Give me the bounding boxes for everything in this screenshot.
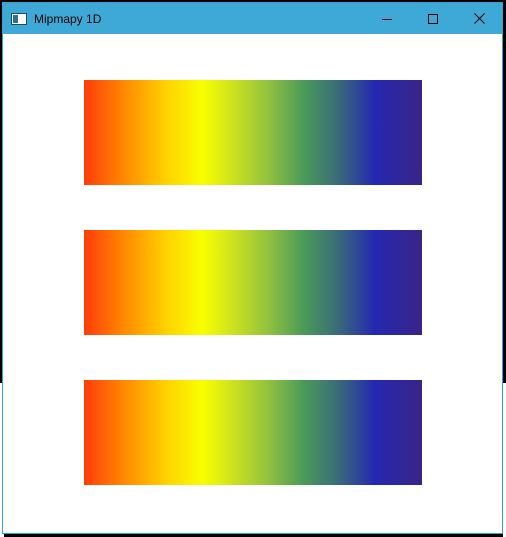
close-icon: [473, 13, 485, 24]
client-area: [3, 34, 502, 533]
window-title: Mipmapy 1D: [34, 11, 102, 26]
minimize-button[interactable]: [364, 3, 410, 34]
mipmap-level-3: [84, 380, 422, 485]
close-button[interactable]: [456, 3, 502, 34]
window-controls: [364, 3, 502, 34]
maximize-icon: [428, 13, 438, 24]
maximize-button[interactable]: [410, 3, 456, 34]
app-window: Mipmapy 1D: [2, 2, 503, 534]
mipmap-level-2: [84, 230, 422, 335]
mipmap-level-1: [84, 80, 422, 185]
minimize-icon: [382, 18, 392, 20]
window-app-icon[interactable]: [11, 12, 27, 25]
title-bar[interactable]: Mipmapy 1D: [3, 3, 502, 34]
